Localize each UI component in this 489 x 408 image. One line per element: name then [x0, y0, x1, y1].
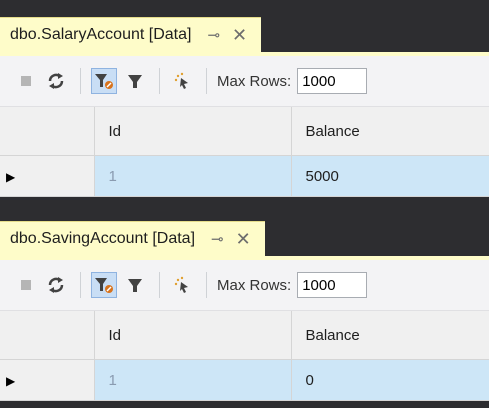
column-header-id[interactable]: Id	[94, 311, 292, 360]
current-row-indicator-icon: ▶	[6, 169, 16, 184]
document-tab[interactable]: dbo.SavingAccount [Data] ⊸ ✕	[0, 221, 265, 256]
filter-icon[interactable]	[123, 273, 147, 297]
toolbar-separator	[159, 68, 160, 94]
tab-title: dbo.SalaryAccount [Data]	[10, 26, 192, 43]
corner-header[interactable]	[0, 311, 95, 360]
document-tab-strip: dbo.SavingAccount [Data] ⊸ ✕	[0, 204, 489, 260]
filter-active-icon[interactable]	[91, 272, 117, 298]
close-icon[interactable]: ✕	[232, 25, 247, 46]
tab-underline	[0, 52, 489, 56]
tab-underline	[0, 256, 489, 260]
document-tab[interactable]: dbo.SalaryAccount [Data] ⊸ ✕	[0, 17, 262, 52]
toolbar-separator	[206, 68, 207, 94]
close-icon[interactable]: ✕	[236, 229, 251, 250]
filter-icon[interactable]	[123, 69, 147, 93]
max-rows-label: Max Rows:	[217, 72, 292, 90]
pin-icon[interactable]: ⊸	[207, 26, 220, 44]
max-rows-input[interactable]	[297, 68, 368, 94]
current-row-indicator-icon: ▶	[6, 373, 16, 388]
row-header[interactable]: ▶	[0, 155, 95, 197]
results-grid: Id Balance ▶ 1 0	[0, 311, 489, 401]
table-row[interactable]: ▶ 1 0	[0, 359, 489, 401]
results-grid: Id Balance ▶ 1 5000	[0, 107, 489, 197]
refresh-icon[interactable]	[44, 273, 68, 297]
grid-header-row: Id Balance	[0, 107, 489, 156]
cell-id[interactable]: 1	[94, 155, 292, 197]
stop-icon[interactable]	[14, 273, 38, 297]
salary-account-panel: dbo.SalaryAccount [Data] ⊸ ✕ Max Rows: 1…	[0, 0, 489, 204]
table-row[interactable]: ▶ 1 5000	[0, 155, 489, 197]
script-icon[interactable]	[170, 69, 194, 93]
grid-header-row: Id Balance	[0, 311, 489, 360]
cell-balance[interactable]: 5000	[291, 155, 489, 197]
filter-active-icon[interactable]	[91, 68, 117, 94]
toolbar-separator	[80, 68, 81, 94]
script-icon[interactable]	[170, 273, 194, 297]
saving-account-panel: dbo.SavingAccount [Data] ⊸ ✕ Max Rows: 1…	[0, 204, 489, 408]
max-rows-input[interactable]	[297, 272, 368, 298]
document-tab-strip: dbo.SalaryAccount [Data] ⊸ ✕	[0, 0, 489, 56]
tab-title: dbo.SavingAccount [Data]	[10, 230, 196, 247]
data-toolbar: Max Rows:	[0, 260, 489, 311]
toolbar-separator	[206, 272, 207, 298]
cell-id[interactable]: 1	[94, 359, 292, 401]
cell-balance[interactable]: 0	[291, 359, 489, 401]
stop-icon[interactable]	[14, 69, 38, 93]
toolbar-separator	[159, 272, 160, 298]
row-header[interactable]: ▶	[0, 359, 95, 401]
data-toolbar: Max Rows:	[0, 56, 489, 107]
column-header-id[interactable]: Id	[94, 107, 292, 156]
column-header-balance[interactable]: Balance	[291, 107, 489, 156]
corner-header[interactable]	[0, 107, 95, 156]
refresh-icon[interactable]	[44, 69, 68, 93]
toolbar-separator	[80, 272, 81, 298]
pin-icon[interactable]: ⊸	[211, 230, 224, 248]
column-header-balance[interactable]: Balance	[291, 311, 489, 360]
max-rows-label: Max Rows:	[217, 276, 292, 294]
